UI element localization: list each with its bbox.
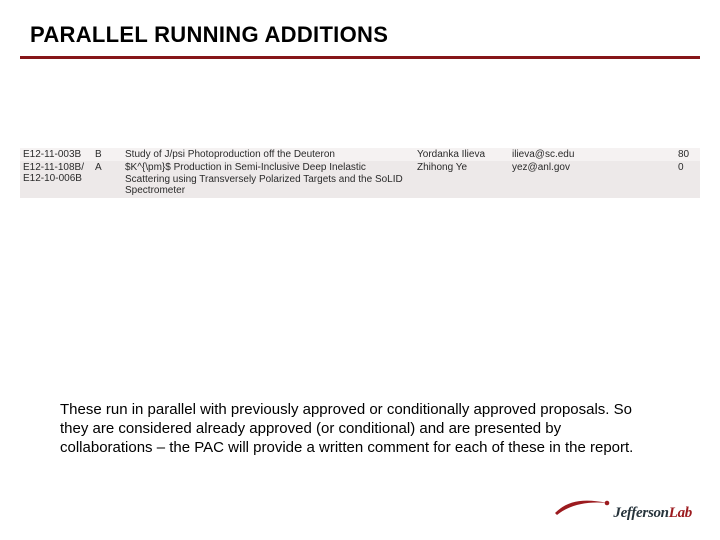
logo-text-jefferson: Jefferson [613, 505, 668, 522]
table-row: E12-11-003B B Study of J/psi Photoproduc… [20, 148, 700, 161]
cell-contact-name: Zhihong Ye [414, 161, 509, 193]
proposals-table: E12-11-003B B Study of J/psi Photoproduc… [20, 148, 700, 198]
slide: PARALLEL RUNNING ADDITIONS E12-11-003B B… [0, 0, 720, 540]
cell-spacer [110, 148, 122, 161]
logo-text-lab: Lab [669, 505, 692, 522]
cell-experiment: E12-11-108B/ E12-10-006B [20, 161, 92, 198]
title-underline [20, 56, 700, 59]
cell-gap [601, 161, 675, 193]
cell-contact-email: ilieva@sc.edu [509, 148, 601, 161]
cell-spacer [110, 161, 122, 193]
cell-number: 0 [675, 161, 700, 193]
body-text: These run in parallel with previously ap… [60, 400, 650, 458]
table-row: E12-11-108B/ E12-10-006B A $K^{\pm}$ Pro… [20, 161, 700, 193]
cell-contact-name: Yordanka Ilieva [414, 148, 509, 161]
cell-title: $K^{\pm}$ Production in Semi-Inclusive D… [122, 161, 414, 198]
cell-rating: B [92, 148, 110, 161]
cell-rating: A [92, 161, 110, 193]
cell-number: 80 [675, 148, 700, 161]
cell-title: Study of J/psi Photoproduction off the D… [122, 148, 414, 161]
jefferson-lab-logo: Jefferson Lab [553, 495, 692, 522]
cell-experiment: E12-11-003B [20, 148, 92, 161]
cell-contact-email: yez@anl.gov [509, 161, 601, 193]
swoosh-icon [553, 495, 611, 517]
table: E12-11-003B B Study of J/psi Photoproduc… [20, 148, 700, 198]
page-title: PARALLEL RUNNING ADDITIONS [30, 22, 388, 48]
cell-gap [601, 148, 675, 161]
